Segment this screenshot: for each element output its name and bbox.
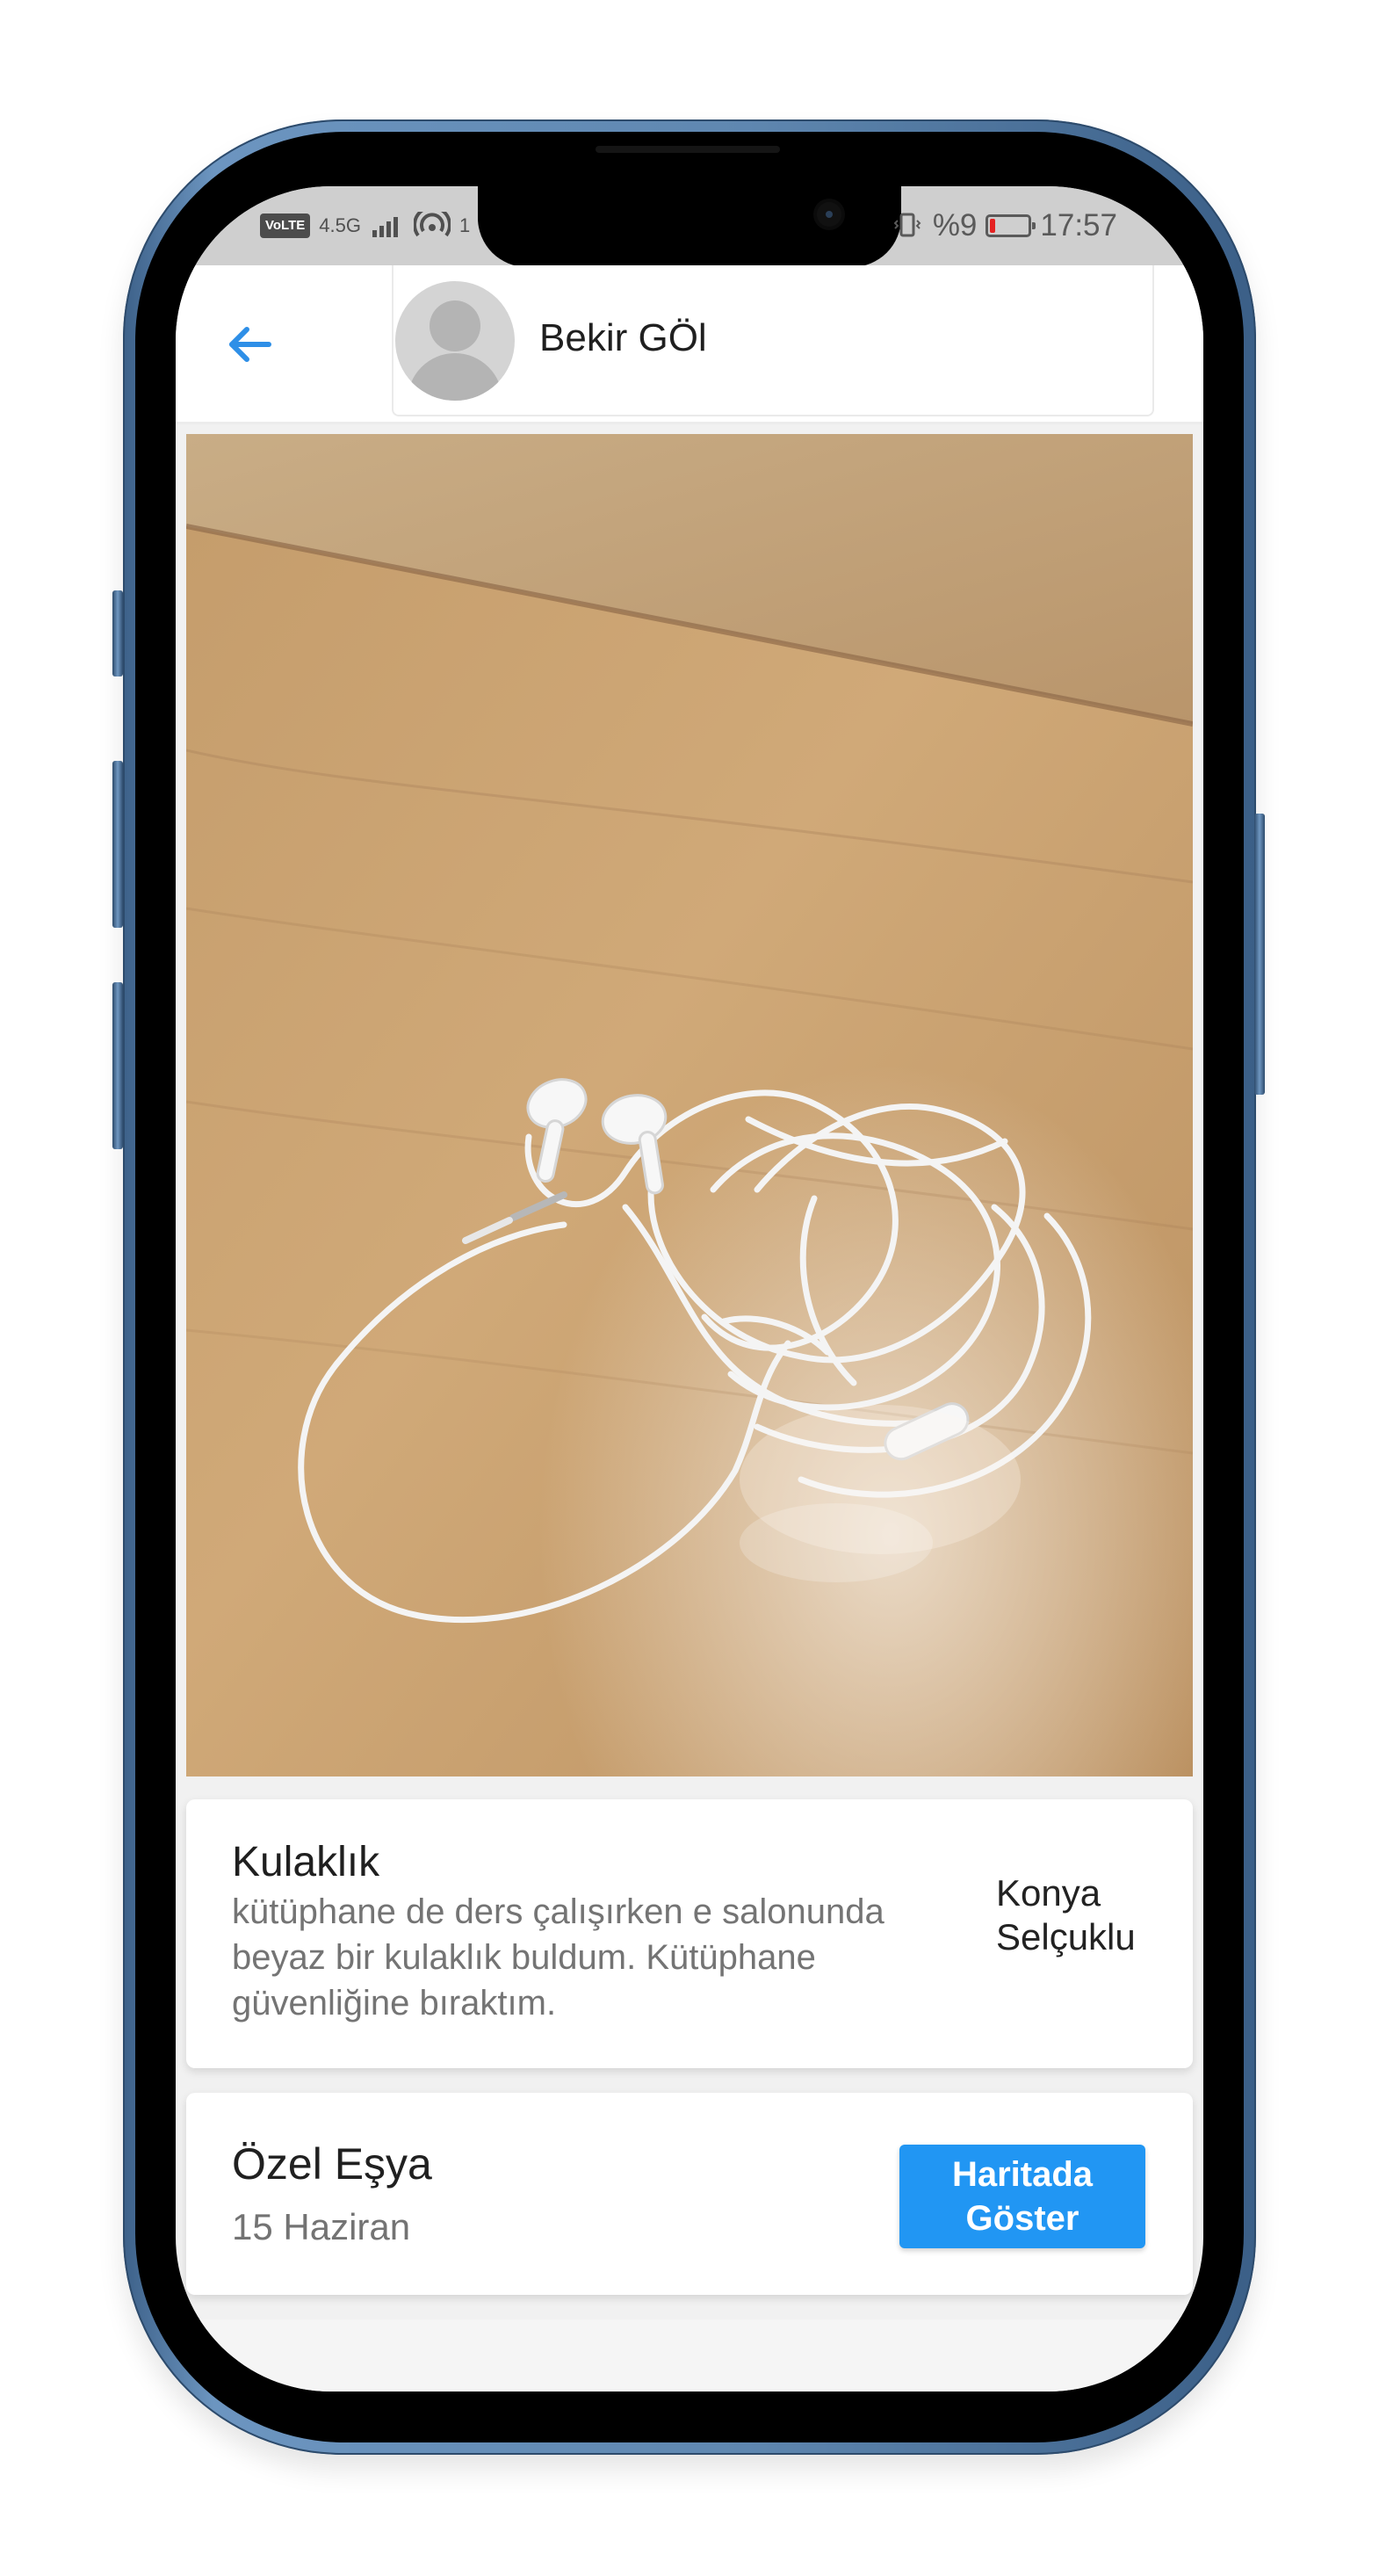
- hotspot-count: 1: [458, 214, 471, 236]
- earphones-photo: [186, 434, 1193, 1776]
- left-side-button-top: [112, 590, 123, 677]
- item-location: Konya Selçuklu: [996, 1872, 1136, 1957]
- network-type: 4.5G: [319, 214, 361, 236]
- phone-screen: VoLTE 4.5G 1 %9 17:57 Bekir GÖl Kulaklık…: [176, 186, 1203, 2391]
- volte-badge: VoLTE: [260, 213, 311, 238]
- item-title: Kulaklık: [232, 1839, 380, 1885]
- item-details-card: Kulaklık kütüphane de ders çalışırken e …: [186, 1799, 1193, 2068]
- front-camera-icon: [817, 202, 841, 227]
- show-on-map-button[interactable]: Haritada Göster: [899, 2145, 1145, 2248]
- status-time: 17:57: [1040, 208, 1117, 242]
- battery-icon: [986, 214, 1036, 237]
- item-meta-card: Özel Eşya 15 Haziran Haritada Göster: [186, 2093, 1193, 2295]
- app-header: Bekir GÖl: [176, 265, 1203, 424]
- right-side-button: [1254, 814, 1265, 1095]
- back-button[interactable]: [218, 313, 281, 376]
- status-bar: VoLTE 4.5G 1 %9 17:57: [176, 186, 1203, 267]
- status-right: %9 17:57: [893, 206, 1117, 245]
- hotspot-icon: [413, 212, 451, 237]
- arrow-left-icon: [229, 327, 271, 362]
- avatar-body-icon: [408, 353, 502, 401]
- battery-percent: %9: [932, 208, 978, 242]
- item-photo: [186, 434, 1193, 1776]
- avatar: [395, 281, 515, 401]
- signal-icon: [372, 217, 398, 237]
- profile-name: Bekir GÖl: [539, 316, 707, 359]
- item-category: Özel Eşya: [232, 2139, 432, 2189]
- user-profile-card[interactable]: Bekir GÖl: [392, 265, 1154, 416]
- bottom-area: [176, 2319, 1203, 2391]
- item-description: kütüphane de ders çalışırken e salonunda…: [232, 1892, 884, 2022]
- item-date: 15 Haziran: [232, 2206, 411, 2247]
- speaker-groove: [596, 146, 780, 153]
- left-side-button-middle: [112, 761, 123, 928]
- screen-notch: [478, 186, 901, 267]
- left-side-button-bottom: [112, 982, 123, 1149]
- status-left: VoLTE 4.5G 1: [260, 207, 496, 244]
- vibrate-icon: [893, 213, 921, 237]
- avatar-head-icon: [430, 300, 480, 351]
